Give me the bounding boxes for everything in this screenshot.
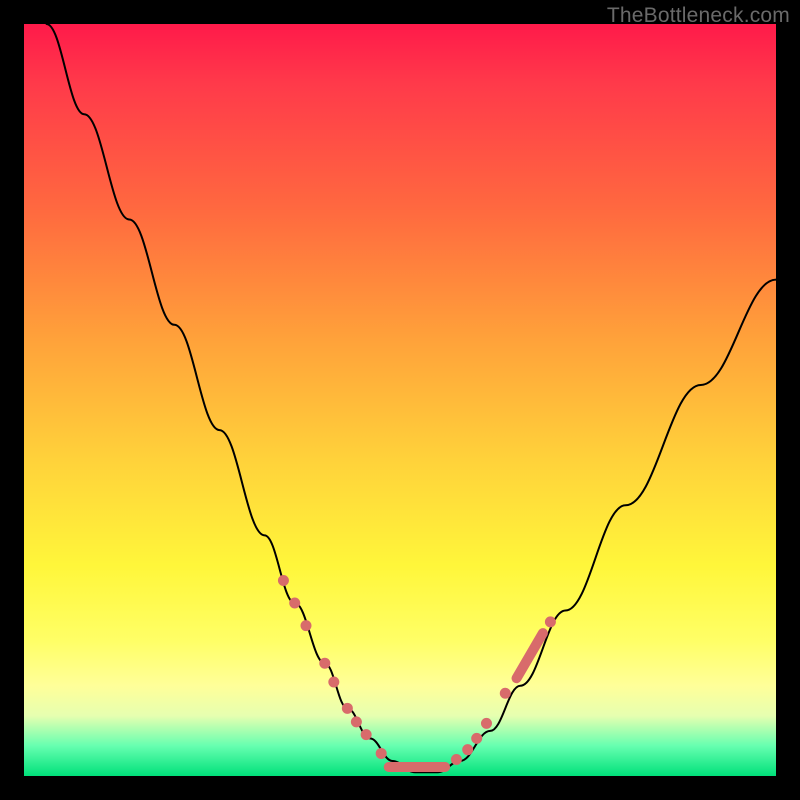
marker-dot (329, 677, 339, 687)
marker-dot (361, 730, 371, 740)
marker-dot (376, 748, 386, 758)
marker-dot (278, 575, 288, 585)
marker-dot (463, 745, 473, 755)
marker-dot (351, 717, 361, 727)
marker-dot (342, 703, 352, 713)
marker-dot (481, 718, 491, 728)
marker-dot (500, 688, 510, 698)
marker-dot (451, 754, 461, 764)
marker-dot (320, 658, 330, 668)
marker-dot (301, 621, 311, 631)
plot-area (24, 24, 776, 776)
marker-dot (545, 617, 555, 627)
marker-dot (472, 733, 482, 743)
chart-svg (24, 24, 776, 776)
marker-group (278, 575, 555, 766)
marker-dot (290, 598, 300, 608)
marker-segment (517, 633, 543, 678)
curve (47, 24, 776, 772)
